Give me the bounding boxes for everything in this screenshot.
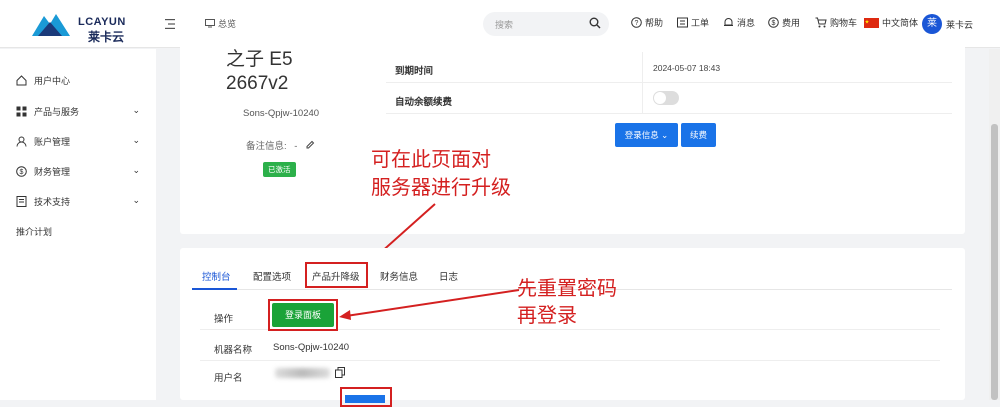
info-label: 到期时间 — [395, 66, 434, 77]
product-title-line1: 之子 E5 — [226, 49, 293, 70]
sidebar-item-user-center[interactable]: 用户中心 — [16, 74, 140, 87]
sidebar-item-label: 技术支持 — [34, 197, 71, 207]
doc-icon — [16, 196, 27, 207]
sidebar-item-finance[interactable]: $ 财务管理 ⌄ — [16, 165, 140, 178]
login-info-button[interactable]: 登录信息 ⌄ — [615, 123, 678, 147]
sidebar-item-referral[interactable]: 推介计划 — [16, 225, 140, 238]
chevron-down-icon: ⌄ — [132, 135, 140, 145]
detail-value: Sons-Qpjw-10240 — [273, 342, 350, 353]
info-row-auto-renew: 自动余额续费 — [386, 83, 952, 114]
help-link[interactable]: ? 帮助 — [631, 16, 663, 29]
chevron-down-icon: ⌄ — [132, 195, 140, 205]
redacted-username — [275, 368, 330, 378]
overview-link[interactable]: 总览 — [205, 17, 236, 30]
bell-icon — [724, 18, 733, 26]
language-selector[interactable]: 中文简体 — [864, 16, 918, 29]
question-icon: ? — [631, 17, 642, 28]
dollar-circle-icon: $ — [768, 17, 779, 28]
svg-text:?: ? — [635, 20, 639, 27]
logo-text-en: LCAYUN — [78, 16, 126, 28]
reset-annotation: 先重置密码 再登录 — [517, 276, 617, 330]
language-label: 中文简体 — [882, 18, 919, 28]
upgrade-annotation: 可在此页面对 服务器进行升级 — [371, 146, 511, 202]
search-placeholder: 搜索 — [495, 20, 514, 30]
upgrade-annotation-line1: 可在此页面对 — [371, 149, 491, 171]
fees-link[interactable]: $ 费用 — [768, 16, 800, 29]
product-title-line2: 2667v2 — [226, 73, 289, 94]
remark-label: 备注信息: — [246, 141, 287, 152]
brand-logo[interactable]: LCAYUN 莱卡云 — [30, 10, 130, 44]
sidebar-item-label: 产品与服务 — [34, 107, 80, 117]
info-value: 2024-05-07 18:43 — [653, 63, 721, 73]
detail-row-machine-name: 机器名称 Sons-Qpjw-10240 — [200, 333, 940, 361]
ticket-link[interactable]: 工单 — [677, 16, 709, 29]
sidebar-item-products[interactable]: 产品与服务 ⌄ — [16, 105, 140, 118]
renew-button[interactable]: 续费 — [681, 123, 716, 147]
home-icon — [16, 75, 27, 86]
hostname: Sons-Qpjw-10240 — [243, 108, 320, 119]
info-label: 自动余额续费 — [395, 97, 453, 108]
search-icon[interactable] — [589, 17, 601, 29]
help-label: 帮助 — [645, 18, 664, 28]
overview-label: 总览 — [218, 19, 237, 29]
sidebar-item-label: 用户中心 — [34, 76, 71, 86]
upgrade-annotation-line2: 服务器进行升级 — [371, 177, 511, 199]
sidebar-item-label: 推介计划 — [16, 227, 53, 237]
copy-icon[interactable] — [335, 367, 345, 378]
tab-finance-info[interactable]: 财务信息 — [380, 269, 418, 283]
login-panel-button[interactable]: 登录面板 — [272, 303, 334, 327]
logo-text-cn: 莱卡云 — [88, 30, 125, 44]
svg-text:$: $ — [20, 169, 24, 176]
fees-label: 费用 — [782, 18, 801, 28]
info-row-expiry: 到期时间 2024-05-07 18:43 — [386, 52, 952, 83]
collapse-sidebar-icon[interactable] — [165, 18, 175, 30]
messages-link[interactable]: 消息 — [723, 16, 755, 29]
sidebar-item-account[interactable]: 账户管理 ⌄ — [16, 135, 140, 148]
auto-renew-toggle[interactable] — [653, 91, 679, 105]
edit-pencil-icon[interactable] — [306, 140, 315, 149]
search-input[interactable]: 搜索 — [483, 12, 609, 36]
grid-icon — [16, 106, 27, 117]
ticket-icon — [677, 17, 688, 28]
active-tab-indicator — [192, 288, 237, 290]
cart-icon — [815, 17, 827, 28]
cart-link[interactable]: 购物车 — [815, 16, 857, 29]
sidebar-item-support[interactable]: 技术支持 ⌄ — [16, 195, 140, 208]
logo-mountain-icon — [32, 14, 70, 36]
sidebar-item-label: 财务管理 — [34, 167, 71, 177]
chevron-down-icon: ⌄ — [132, 105, 140, 115]
tab-console[interactable]: 控制台 — [202, 269, 231, 283]
scrollbar-thumb[interactable] — [991, 124, 998, 400]
user-menu[interactable]: 莱卡云 — [946, 18, 973, 31]
china-flag-icon — [864, 17, 879, 28]
svg-text:$: $ — [772, 20, 776, 27]
ticket-label: 工单 — [691, 18, 710, 28]
tab-config-options[interactable]: 配置选项 — [253, 269, 291, 283]
detail-label: 用户名 — [214, 373, 243, 384]
reset-annotation-line1: 先重置密码 — [517, 278, 617, 300]
monitor-icon — [205, 19, 215, 28]
avatar[interactable]: 莱 — [922, 14, 942, 34]
tab-logs[interactable]: 日志 — [439, 269, 458, 283]
detail-label: 操作 — [214, 314, 234, 325]
reset-password-highlight — [340, 387, 392, 407]
arrow-to-login-panel-icon — [339, 289, 520, 320]
remark-value: - — [294, 141, 298, 152]
dollar-icon: $ — [16, 166, 27, 177]
sidebar-item-label: 账户管理 — [34, 137, 71, 147]
remark: 备注信息: - — [246, 138, 315, 152]
user-icon — [16, 136, 27, 147]
chevron-down-icon: ⌄ — [132, 165, 140, 175]
product-title: 之子 E5 2667v2 — [226, 48, 293, 96]
status-badge: 已激活 — [263, 162, 296, 177]
messages-label: 消息 — [737, 18, 756, 28]
info-table: 到期时间 2024-05-07 18:43 自动余额续费 — [386, 50, 952, 114]
reset-annotation-line2: 再登录 — [517, 305, 577, 327]
cart-label: 购物车 — [830, 18, 858, 28]
detail-label: 机器名称 — [214, 345, 253, 356]
